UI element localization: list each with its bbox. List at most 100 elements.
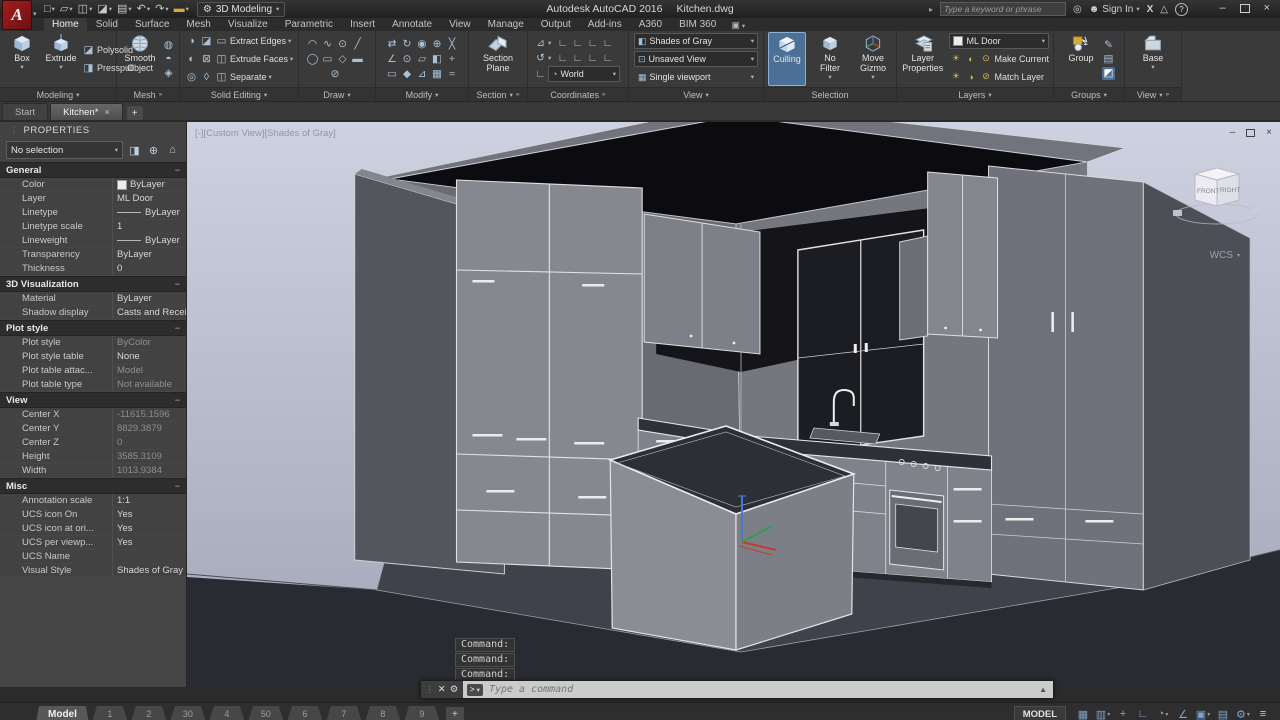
ucs-origin-icon[interactable]: ∟ — [534, 68, 547, 81]
ribbon-tab[interactable]: Annotate — [384, 18, 440, 31]
viewport-config-dropdown[interactable]: ▦Single viewport▾ — [634, 69, 758, 85]
property-row[interactable]: Annotation scale1:1 — [0, 494, 186, 508]
collapse-icon[interactable]: − — [175, 165, 180, 175]
ucs-tool-icon[interactable]: ∟ — [586, 36, 599, 49]
draw-tool-icon[interactable]: ◠ — [306, 38, 319, 51]
qat-icon[interactable]: ◪▾ — [97, 4, 112, 15]
modify-tool-icon[interactable]: ⇄ — [386, 38, 399, 51]
collapse-icon[interactable]: − — [175, 279, 180, 289]
subtract-icon[interactable]: ◐ — [185, 53, 198, 66]
section-header-view[interactable]: View− — [0, 392, 186, 408]
layer-state-icon[interactable]: ☀ — [949, 70, 962, 83]
new-layout-button[interactable]: + — [446, 707, 464, 720]
panel-footer-coordinates[interactable]: Coordinates» — [528, 87, 628, 101]
property-row[interactable]: Center Z0 — [0, 436, 186, 450]
ucs-previous-icon[interactable]: ↺ — [534, 51, 547, 64]
ucs-tool-icon[interactable]: ∟ — [571, 51, 584, 64]
property-row[interactable]: Thickness0 — [0, 262, 186, 276]
collapse-icon[interactable]: − — [175, 395, 180, 405]
move-gizmo-button[interactable]: Move Gizmo▾ — [854, 32, 892, 86]
viewcube[interactable]: FRONT RIGHT — [1172, 162, 1262, 248]
layout-tab[interactable]: 30 — [170, 706, 206, 720]
scroll-up-icon[interactable]: ▲ — [1039, 685, 1049, 694]
draw-tool-icon[interactable]: ⊘ — [329, 68, 342, 81]
panel-footer-view2[interactable]: View▾» — [1125, 87, 1181, 101]
qat-icon[interactable]: ↶▾ — [137, 4, 150, 15]
layout-tab[interactable]: 9 — [404, 706, 440, 720]
application-menu-caret-icon[interactable]: ▾ — [33, 10, 37, 18]
quick-select-icon[interactable]: ⌂ — [165, 143, 180, 158]
selection-type-dropdown[interactable]: No selection▾ — [6, 141, 123, 159]
mesh-tool-icon[interactable]: ◓ — [162, 53, 175, 66]
property-row[interactable]: LayerML Door — [0, 192, 186, 206]
group-selection-toggle-icon[interactable]: ◩ — [1102, 67, 1115, 80]
draw-tool-icon[interactable]: ▭ — [321, 53, 334, 66]
panel-footer-view[interactable]: View▾ — [629, 87, 763, 101]
property-row[interactable]: UCS per viewp...Yes — [0, 536, 186, 550]
ucs-tool-icon[interactable]: ∟ — [556, 51, 569, 64]
group-button[interactable]: Group — [1063, 32, 1099, 86]
qat-icon[interactable]: ↷▾ — [155, 4, 168, 15]
ribbon-tab[interactable]: Parametric — [277, 18, 341, 31]
select-objects-icon[interactable]: ⊕ — [146, 143, 161, 158]
ucs-tool-icon[interactable]: ∟ — [586, 51, 599, 64]
separate-button[interactable]: Separate — [230, 72, 267, 82]
modify-tool-icon[interactable]: ⊕ — [431, 38, 444, 51]
panel-footer-draw[interactable]: Draw▾ — [299, 87, 375, 101]
match-layer-button[interactable]: Match Layer — [994, 72, 1044, 82]
panel-footer-modeling[interactable]: Modeling▾ — [0, 87, 116, 101]
property-row[interactable]: MaterialByLayer — [0, 292, 186, 306]
ribbon-tab[interactable]: Insert — [342, 18, 383, 31]
status-icon[interactable]: ≡▾ — [1254, 706, 1272, 720]
ribbon-tab[interactable]: Manage — [480, 18, 532, 31]
draw-tool-icon[interactable]: ◯ — [306, 53, 319, 66]
property-row[interactable]: Linetype scale1 — [0, 220, 186, 234]
modify-tool-icon[interactable]: ⊿ — [416, 68, 429, 81]
fillet-edge-icon[interactable]: ◊ — [200, 71, 213, 84]
draw-tool-icon[interactable]: ▬ — [351, 53, 364, 66]
exchange-apps-icon[interactable]: X — [1147, 4, 1154, 15]
property-row[interactable]: UCS icon at ori...Yes — [0, 522, 186, 536]
viewport-controls-label[interactable]: [-][Custom View][Shades of Gray] — [195, 128, 336, 139]
union-icon[interactable]: ◑ — [185, 35, 198, 48]
base-button[interactable]: Base▾ — [1135, 32, 1171, 86]
qat-icon[interactable]: ▬▾ — [174, 4, 189, 15]
layout-tab[interactable]: 50 — [248, 706, 284, 720]
qat-icon[interactable]: ▤▾ — [117, 4, 132, 15]
command-line[interactable]: ⋮ ✕ ⚙ >▾ ▲ — [420, 680, 1054, 699]
property-row[interactable]: Shadow displayCasts and Receives... — [0, 306, 186, 320]
ucs-tool-icon[interactable]: ∟ — [601, 51, 614, 64]
close-tab-icon[interactable]: × — [104, 107, 109, 117]
layer-state-icon[interactable]: ☀ — [949, 52, 962, 65]
group-edit-icon[interactable]: ▤ — [1102, 53, 1115, 66]
modify-tool-icon[interactable]: ╳ — [446, 38, 459, 51]
layer-dropdown[interactable]: ML Door▾ — [949, 33, 1049, 49]
layout-tab[interactable]: 6 — [287, 706, 323, 720]
extrude-button[interactable]: Extrude▾ — [43, 32, 79, 86]
wcs-menu[interactable]: WCS▾ — [1210, 250, 1240, 261]
layout-tab[interactable]: 8 — [365, 706, 401, 720]
ribbon-tab[interactable]: Surface — [127, 18, 177, 31]
ribbon-tab[interactable]: View — [441, 18, 479, 31]
layer-state-icon[interactable]: ◑ — [964, 70, 977, 83]
culling-button[interactable]: Culling — [768, 32, 806, 86]
grip-icon[interactable]: ⋮ — [426, 685, 434, 694]
ribbon-tab[interactable]: Solid — [88, 18, 126, 31]
property-row[interactable]: Width1013.9384 — [0, 464, 186, 478]
qat-icon[interactable]: ◫▾ — [78, 4, 93, 15]
ucs-tool-icon[interactable]: ∟ — [601, 36, 614, 49]
property-row[interactable]: Plot table typeNot available — [0, 378, 186, 392]
file-tab-kitchen[interactable]: Kitchen*× — [50, 103, 123, 120]
doc-close-icon[interactable]: × — [1266, 128, 1272, 138]
property-row[interactable]: Visual StyleShades of Gray — [0, 564, 186, 578]
status-icon[interactable]: ▣▾ — [1194, 706, 1212, 720]
modify-tool-icon[interactable]: ∠ — [386, 53, 399, 66]
minimize-button[interactable]: – — [1219, 3, 1225, 14]
named-view-dropdown[interactable]: ⊡Unsaved View▾ — [634, 51, 758, 67]
section-header-general[interactable]: General− — [0, 162, 186, 178]
command-prompt-chip[interactable]: >▾ — [467, 684, 483, 696]
modify-tool-icon[interactable]: ≈ — [446, 68, 459, 81]
section-header-plot-style[interactable]: Plot style− — [0, 320, 186, 336]
mesh-tool-icon[interactable]: ◈ — [162, 67, 175, 80]
layer-state-icon[interactable]: ⊘ — [979, 70, 992, 83]
